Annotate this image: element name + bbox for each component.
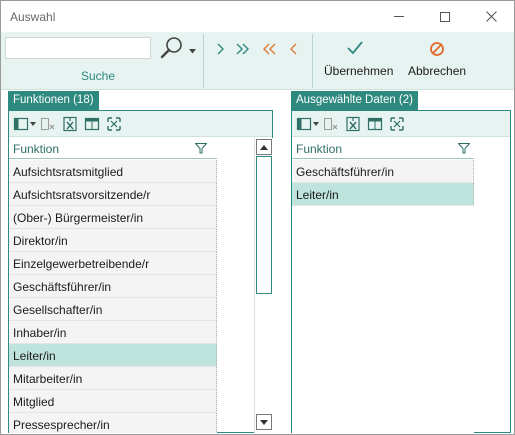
fit-columns-icon[interactable]: [389, 116, 405, 132]
add-selected-button[interactable]: [211, 38, 231, 60]
cancel-icon: [430, 42, 444, 56]
search-group-label: Suche: [81, 69, 116, 83]
scroll-down-button[interactable]: [256, 414, 272, 430]
table-row[interactable]: Pressesprecher/in: [9, 413, 217, 433]
search-options-dropdown[interactable]: [189, 43, 196, 57]
table-row[interactable]: Geschäftsführer/in: [9, 275, 217, 298]
remove-selected-button[interactable]: [283, 38, 303, 60]
search-button[interactable]: [157, 35, 187, 61]
arrow-up-icon: [260, 144, 268, 150]
add-all-button[interactable]: [233, 38, 253, 60]
maximize-icon: [440, 11, 450, 22]
functions-grid: Funktion Aufsichtsratsmitglied Aufsichts…: [9, 138, 217, 433]
title-bar: Auswahl: [1, 1, 514, 32]
chevron-down-icon: [189, 49, 196, 54]
table-row[interactable]: Direktor/in: [9, 229, 217, 252]
window-title: Auswahl: [10, 10, 56, 24]
chevron-down-icon[interactable]: [313, 122, 319, 126]
column-header-function[interactable]: Funktion: [9, 138, 217, 159]
ribbon-separator: [203, 34, 204, 88]
selection-dialog: Auswahl Suche Übernehmen Abbrechen Funkt…: [0, 0, 515, 435]
double-chevron-left-icon: [263, 43, 276, 55]
remove-all-button[interactable]: [260, 38, 280, 60]
ok-button-label: Übernehmen: [324, 64, 394, 78]
maximize-button[interactable]: [422, 1, 468, 32]
ok-button[interactable]: Übernehmen: [319, 32, 395, 88]
table-row[interactable]: Aufsichtsratsvorsitzende/r: [9, 183, 217, 206]
clear-filter-icon[interactable]: [323, 116, 339, 132]
cancel-button-label: Abbrechen: [408, 64, 467, 78]
column-chooser-icon[interactable]: [13, 116, 29, 132]
search-icon: [160, 37, 182, 59]
scrollbar-thumb[interactable]: [256, 156, 272, 294]
fit-columns-icon[interactable]: [106, 116, 122, 132]
tab-functions[interactable]: Funktionen (18): [8, 91, 99, 110]
functions-panel: Funktion Aufsichtsratsmitglied Aufsichts…: [8, 110, 273, 433]
selected-data-toolbar: [292, 111, 510, 137]
double-chevron-right-icon: [236, 43, 249, 55]
export-excel-icon[interactable]: [345, 116, 361, 132]
close-button[interactable]: [468, 1, 514, 32]
chevron-right-icon: [217, 43, 224, 55]
table-row-selected[interactable]: Leiter/in: [292, 183, 474, 206]
search-input[interactable]: [5, 37, 151, 59]
scroll-up-button[interactable]: [256, 139, 272, 155]
table-row[interactable]: Aufsichtsratsmitglied: [9, 160, 217, 183]
filter-icon[interactable]: [195, 143, 207, 154]
column-header-label: Funktion: [13, 142, 60, 156]
export-excel-icon[interactable]: [62, 116, 78, 132]
selected-data-panel: Funktion Geschäftsführer/in Leiter/in: [291, 110, 511, 433]
table-row[interactable]: Gesellschafter/in: [9, 298, 217, 321]
column-chooser-icon[interactable]: [296, 116, 312, 132]
ribbon: Suche Übernehmen Abbrechen: [1, 32, 514, 90]
chevron-down-icon[interactable]: [30, 122, 36, 126]
filter-icon[interactable]: [458, 143, 470, 154]
table-row[interactable]: Mitarbeiter/in: [9, 367, 217, 390]
minimize-icon: [394, 16, 404, 17]
tab-selected-data[interactable]: Ausgewählte Daten (2): [291, 91, 418, 110]
table-layout-icon[interactable]: [367, 116, 383, 132]
table-row[interactable]: Geschäftsführer/in: [292, 160, 474, 183]
table-layout-icon[interactable]: [84, 116, 100, 132]
chevron-left-icon: [290, 43, 297, 55]
clear-filter-icon[interactable]: [40, 116, 56, 132]
table-row-selected[interactable]: Leiter/in: [9, 344, 217, 367]
column-header-function[interactable]: Funktion: [292, 138, 474, 159]
table-row[interactable]: Inhaber/in: [9, 321, 217, 344]
ribbon-separator: [312, 34, 313, 88]
minimize-button[interactable]: [376, 1, 422, 32]
functions-scrollbar[interactable]: [254, 138, 273, 433]
table-row[interactable]: Mitglied: [9, 390, 217, 413]
table-row[interactable]: Einzelgewerbetreibende/r: [9, 252, 217, 275]
functions-toolbar: [9, 111, 272, 137]
checkmark-icon: [347, 41, 363, 55]
close-icon: [485, 11, 497, 22]
arrow-down-icon: [260, 419, 268, 425]
selected-data-grid: Funktion Geschäftsführer/in Leiter/in: [292, 138, 474, 433]
cancel-button[interactable]: Abbrechen: [403, 32, 473, 88]
table-row[interactable]: (Ober-) Bürgermeister/in: [9, 206, 217, 229]
column-header-label: Funktion: [296, 142, 343, 156]
